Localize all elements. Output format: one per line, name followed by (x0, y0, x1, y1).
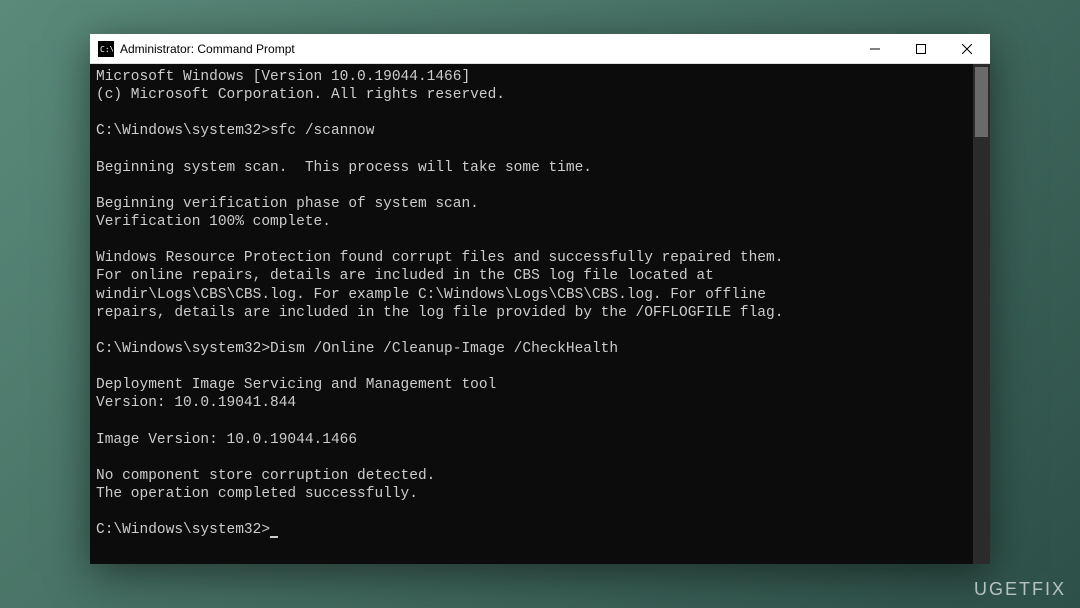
minimize-button[interactable] (852, 34, 898, 63)
vertical-scrollbar[interactable] (973, 64, 990, 564)
cmd-icon: C:\ (98, 41, 114, 57)
window-title: Administrator: Command Prompt (120, 42, 852, 56)
window-controls (852, 34, 990, 63)
text-cursor (270, 536, 278, 538)
svg-text:C:\: C:\ (100, 45, 113, 54)
titlebar[interactable]: C:\ Administrator: Command Prompt (90, 34, 990, 64)
close-button[interactable] (944, 34, 990, 63)
command-prompt-window: C:\ Administrator: Command Prompt Micros… (90, 34, 990, 564)
terminal-output[interactable]: Microsoft Windows [Version 10.0.19044.14… (90, 64, 990, 564)
maximize-button[interactable] (898, 34, 944, 63)
scrollbar-thumb[interactable] (975, 67, 988, 137)
watermark-text: UGETFIX (974, 579, 1066, 600)
